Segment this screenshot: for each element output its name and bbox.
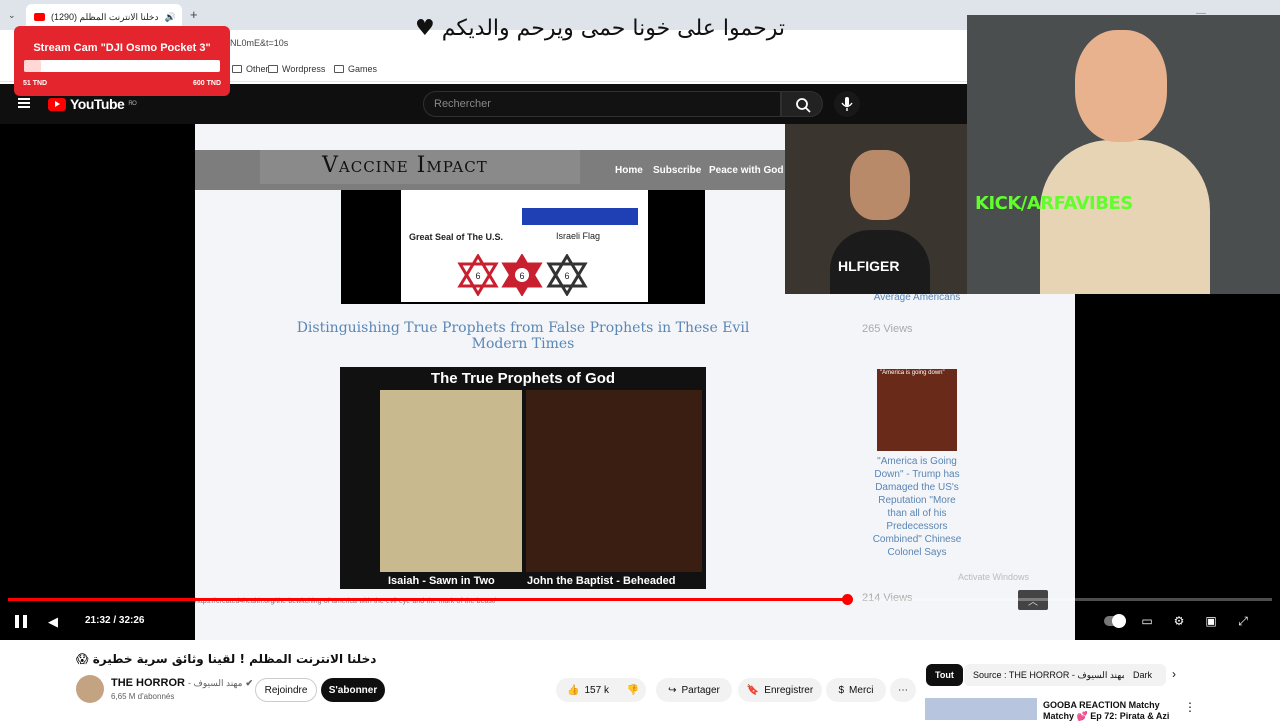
site-nav-subscribe: Subscribe [653,165,701,176]
bookmark-icon: 🔖 [747,685,759,696]
star-of-david-icon: 6 [457,254,499,296]
donation-goal-widget: Stream Cam "DJI Osmo Pocket 3" 51 TND 60… [14,26,230,96]
bookmark-other[interactable]: Other [232,64,269,74]
youtube-logo[interactable]: YouTubeRO [48,96,136,112]
guest-face [850,150,910,220]
volume-icon[interactable]: ◀ [48,614,58,630]
more-actions-button[interactable]: ⋯ [890,678,916,702]
thanks-dollar-icon: $ [838,685,844,696]
sidebar-image-caption: "America is going down" [880,370,945,376]
join-button[interactable]: Rejoindre [255,678,317,702]
microphone-icon [834,91,860,117]
search-input[interactable]: Rechercher [423,91,781,117]
donation-progress-bar [24,60,220,72]
subscribe-button[interactable]: S'abonner [321,678,385,702]
svg-text:6: 6 [475,271,480,281]
recommendation-title[interactable]: GOOBA REACTION Matchy Matchy 💕 Ep 72: Pi… [1043,700,1173,722]
save-button[interactable]: 🔖Enregistrer [738,678,822,702]
url-text[interactable]: NL0mE&t=10s [230,38,288,48]
israeli-flag-stripe [522,208,638,225]
autoplay-toggle[interactable] [1104,616,1126,626]
sidebar-article-title: "America is Going Down" - Trump has Dama… [872,455,962,559]
donation-current: 51 TND [23,80,47,87]
guest-shirt-text: HLFIGER [838,258,899,274]
isaiah-painting [380,390,522,572]
thanks-button[interactable]: $Merci [826,678,886,702]
subscriber-count: 6,65 M d'abonnés [111,692,174,701]
folder-icon [334,65,344,73]
site-title: Vaccine Impact [322,153,488,178]
dedication-banner: ترحموا على خونا حمى ويرحم والديكم ♥ [380,16,820,41]
fullscreen-icon[interactable]: ⤢ [1234,614,1252,628]
john-baptist-painting [526,390,702,572]
donation-goal-title: Stream Cam "DJI Osmo Pocket 3" [14,42,230,54]
like-button[interactable]: 👍157 k [556,678,620,702]
settings-gear-icon[interactable]: ⚙ [1170,614,1188,628]
thumbs-down-icon: 👎 [627,685,639,696]
dislike-button[interactable]: 👎 [620,678,646,702]
article-title-link: Distinguishing True Prophets from False … [270,320,776,352]
sidebar-article-image [877,369,957,451]
svg-text:6: 6 [519,271,524,281]
caption-left: Isaiah - Sawn in Two [388,575,495,587]
tab-audio-icon[interactable]: 🔊 [165,12,176,23]
folder-icon [232,65,242,73]
search-button[interactable] [781,91,823,117]
theater-mode-icon[interactable]: ▣ [1202,614,1220,628]
donation-progress-fill [24,60,41,72]
voice-search-button[interactable] [834,91,860,117]
chip-all[interactable]: Tout [926,664,963,686]
caption-right: John the Baptist - Beheaded [527,575,676,587]
recommendation-thumbnail[interactable] [925,698,1037,720]
chip-source[interactable]: Source : THE HORROR - مهند السيوف [964,664,1135,686]
more-horizontal-icon: ⋯ [898,685,908,696]
youtube-play-logo-icon [48,98,66,111]
verified-badge-icon: ✔ [245,678,253,688]
new-tab-button[interactable]: + [190,7,198,22]
svg-text:6: 6 [564,271,569,281]
folder-icon [268,65,278,73]
star-of-david-icon: 6 [546,254,588,296]
thumbs-up-icon: 👍 [567,685,579,696]
channel-name[interactable]: THE HORROR - مهند السيوف ✔ [111,677,253,689]
chip-dark[interactable]: Dark [1124,664,1166,686]
prophets-image-title: The True Prophets of God [340,370,706,387]
progress-scrubber[interactable] [842,594,853,605]
progress-played [8,598,847,601]
activate-windows-watermark: Activate Windows [958,572,1029,582]
star-of-david-icon: 6 [501,254,543,296]
share-button[interactable]: ↪Partager [656,678,732,702]
pause-icon[interactable] [15,615,27,628]
more-vertical-icon[interactable]: ⋮ [1184,700,1196,714]
streamer-face [1075,30,1167,142]
site-nav-peace: Peace with God [709,165,783,176]
donation-target: 600 TND [193,80,221,87]
hamburger-menu-icon[interactable] [18,98,30,108]
bookmark-wordpress[interactable]: Wordpress [268,64,325,74]
time-display: 21:32 / 32:26 [85,615,145,626]
sidebar-views: 265 Views [862,323,913,335]
tab-list-icon[interactable]: ⌄ [8,10,16,21]
site-nav-home: Home [615,165,643,176]
bookmark-games[interactable]: Games [334,64,377,74]
streamer-shirt [1040,140,1210,294]
seal-caption: Great Seal of The U.S. [409,232,503,242]
youtube-favicon-icon [34,13,45,21]
tab-title: (1290) دخلنا الانترنت المظلم [51,12,159,23]
share-icon: ↪ [668,685,676,696]
subtitles-icon[interactable]: ▭ [1138,614,1156,628]
video-title: دخلنا الانترنت المظلم ! لقينا وثائق سرية… [76,652,376,666]
kick-channel-tag: KICK/ARFAVIBES [975,193,1133,214]
search-icon [782,92,824,118]
channel-avatar[interactable] [76,675,104,703]
flag-caption: Israeli Flag [556,231,600,241]
chevron-right-icon[interactable]: › [1172,667,1176,681]
